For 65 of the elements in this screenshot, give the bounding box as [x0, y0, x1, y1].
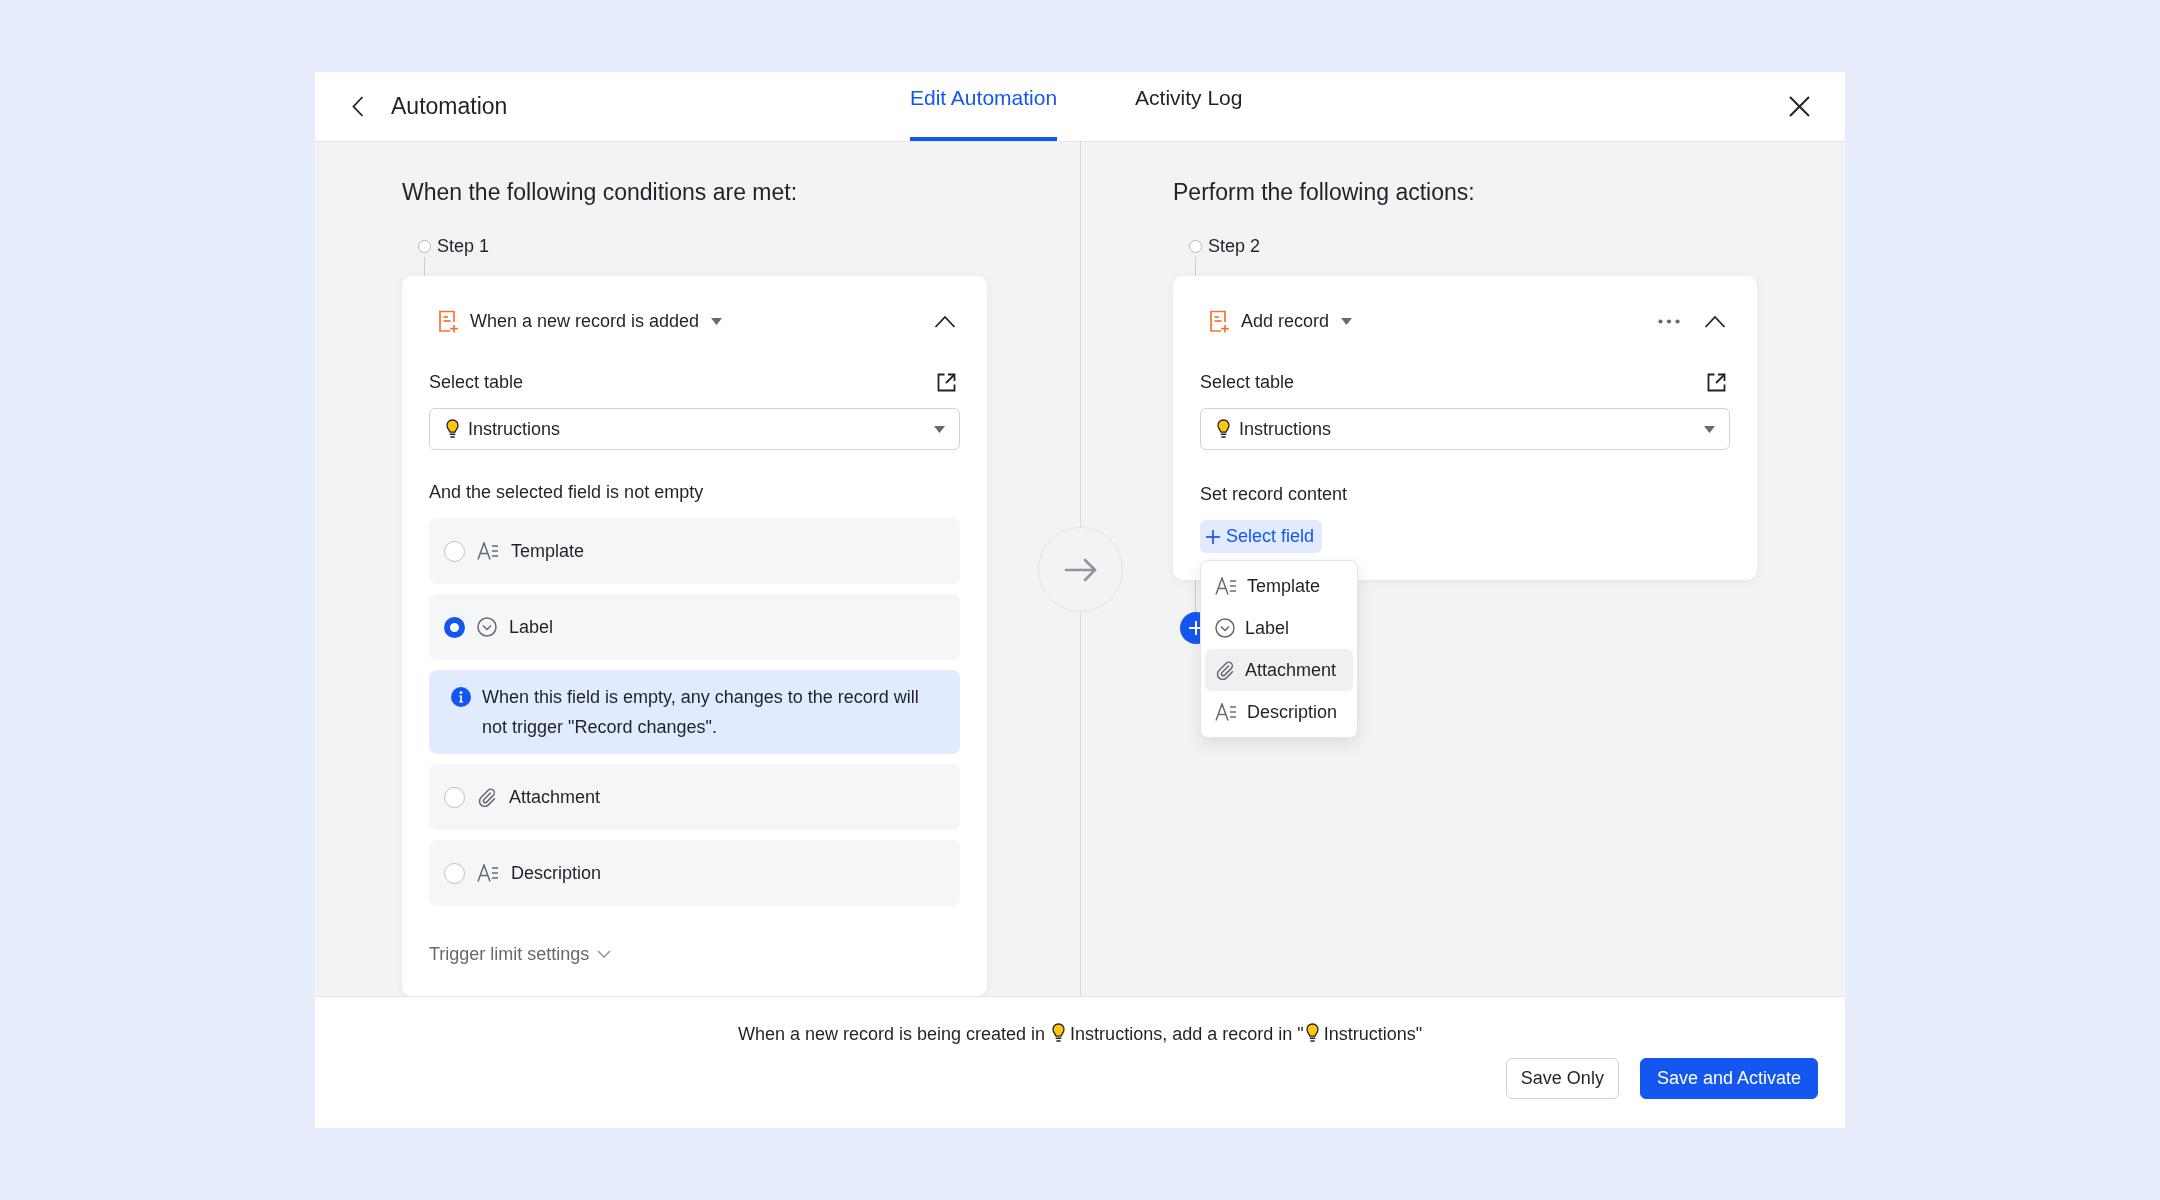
paperclip-icon	[1215, 660, 1235, 680]
text-field-icon	[477, 542, 499, 560]
more-icon[interactable]	[1658, 318, 1680, 324]
caret-down-icon	[934, 425, 945, 433]
field-option[interactable]: Label	[429, 594, 960, 660]
bulb-icon	[1217, 419, 1230, 439]
chevron-up-icon[interactable]	[1704, 314, 1726, 328]
save-button[interactable]: Save Only	[1505, 1058, 1619, 1099]
caret-down-icon	[1704, 425, 1715, 433]
step-label: Step 1	[437, 235, 490, 257]
external-link-icon[interactable]	[1707, 372, 1726, 392]
section-heading: When the following conditions are met:	[402, 178, 799, 206]
info-icon	[451, 687, 471, 707]
chevron-up-icon[interactable]	[934, 314, 956, 328]
text-field-icon	[1215, 577, 1237, 595]
field-option[interactable]: Description	[429, 840, 960, 906]
external-link-icon[interactable]	[937, 372, 956, 392]
field-option[interactable]: Template	[429, 518, 960, 584]
text-field-icon	[1215, 703, 1237, 721]
radio-button[interactable]	[444, 540, 465, 562]
connector-line	[424, 257, 425, 276]
menu-item[interactable]: Template	[1205, 565, 1353, 607]
connector-line	[1195, 257, 1196, 276]
step-label: Step 2	[1208, 235, 1261, 257]
menu-item[interactable]: Description	[1205, 691, 1353, 733]
menu-item[interactable]: Label	[1205, 607, 1353, 649]
trigger-limit-link[interactable]: Trigger limit settings	[429, 942, 612, 966]
caret-down-icon	[1341, 317, 1353, 325]
menu-item[interactable]: Attachment	[1205, 649, 1353, 691]
chevron-circle-icon	[477, 617, 497, 637]
step-marker-icon	[1189, 239, 1202, 253]
field-label: Set record content	[1200, 483, 1349, 506]
window-title: Automation	[391, 93, 508, 120]
table-select[interactable]: Instructions	[429, 408, 960, 450]
plus-icon	[1206, 529, 1220, 544]
bulb-icon	[1305, 1023, 1319, 1043]
activate-button[interactable]: Save and Activate	[1639, 1058, 1818, 1099]
text-field-icon	[477, 864, 499, 882]
summary-text: When a new record is being created in Instructions, add a record in " Instructions"	[736, 1022, 1424, 1046]
record-add-icon	[1209, 309, 1229, 333]
step-marker-icon	[418, 239, 431, 253]
field-label: Select table	[429, 371, 524, 393]
radio-button[interactable]	[444, 616, 465, 638]
table-select[interactable]: Instructions	[1200, 408, 1730, 450]
field-label: Select table	[1200, 371, 1295, 393]
field-label: And the selected field is not empty	[429, 481, 705, 504]
chevron-circle-icon	[1215, 618, 1235, 638]
action-select[interactable]: Add record	[1209, 309, 1353, 333]
chevron-down-icon	[597, 950, 612, 958]
bulb-icon	[446, 419, 459, 439]
trigger-select[interactable]: When a new record is added	[438, 309, 723, 333]
caret-down-icon	[711, 317, 723, 325]
close-icon[interactable]	[1789, 96, 1810, 117]
bulb-icon	[1052, 1023, 1066, 1043]
field-option[interactable]: Attachment	[429, 764, 960, 830]
note-text: When this field is empty, any changes to the record will not trigger "Record changes".	[482, 686, 920, 739]
select-field-button[interactable]: Select field	[1200, 520, 1323, 553]
paperclip-icon	[477, 787, 497, 807]
record-add-icon	[438, 309, 458, 333]
tab[interactable]: Activity Log	[1135, 72, 1243, 141]
connector-line	[1195, 580, 1196, 612]
radio-button[interactable]	[444, 862, 465, 884]
section-heading: Perform the following actions:	[1173, 178, 1476, 206]
radio-button[interactable]	[444, 786, 465, 808]
back-icon[interactable]	[352, 96, 364, 117]
